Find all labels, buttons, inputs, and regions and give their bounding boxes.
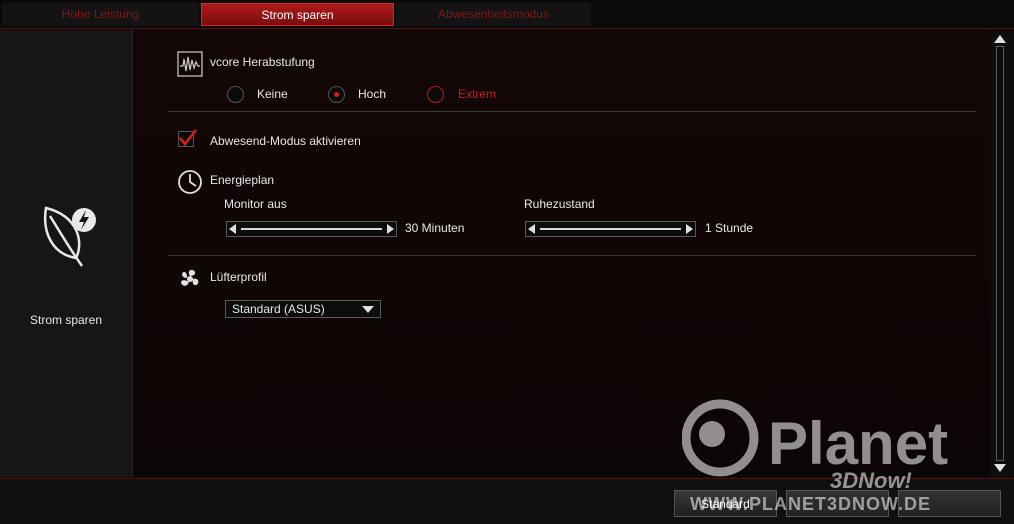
- mode-sidebar: Strom sparen: [0, 30, 133, 477]
- radio-extrem[interactable]: [427, 86, 444, 103]
- away-mode-label[interactable]: Abwesend-Modus aktivieren: [210, 134, 361, 148]
- sidebar-mode-label: Strom sparen: [29, 313, 103, 327]
- slider-track[interactable]: [241, 228, 382, 230]
- chevron-down-icon: [362, 306, 374, 313]
- fan-icon: [181, 269, 199, 286]
- tab-abwesenheitsmodus[interactable]: Abwesenheitsmodus: [396, 3, 591, 26]
- fan-profile-dropdown[interactable]: Standard (ASUS): [225, 300, 381, 318]
- waveform-icon: [177, 51, 203, 77]
- tab-strom-sparen[interactable]: Strom sparen: [201, 3, 394, 26]
- radio-keine[interactable]: [227, 86, 244, 103]
- radio-keine-label[interactable]: Keine: [257, 87, 288, 101]
- fan-profile-selected: Standard (ASUS): [232, 302, 325, 316]
- settings-panel: vcore Herabstufung Keine Hoch Extrem Abw…: [133, 30, 990, 477]
- slider-track[interactable]: [540, 228, 681, 230]
- sleep-slider[interactable]: [525, 221, 696, 237]
- sleep-value: 1 Stunde: [705, 221, 754, 235]
- slider-left-arrow-icon[interactable]: [528, 224, 535, 234]
- scroll-up-icon[interactable]: [992, 32, 1008, 46]
- slider-left-arrow-icon[interactable]: [229, 224, 236, 234]
- scrollbar[interactable]: [992, 30, 1008, 477]
- scroll-down-icon[interactable]: [992, 461, 1008, 475]
- footer-button[interactable]: [898, 490, 1001, 517]
- clock-icon: [178, 170, 202, 194]
- section-divider: [168, 255, 976, 256]
- section-divider: [168, 111, 976, 112]
- fan-profile-title: Lüfterprofil: [210, 270, 267, 284]
- leaf-bolt-icon: [43, 206, 96, 267]
- standard-button[interactable]: Standard: [674, 490, 777, 517]
- monitor-off-value: 30 Minuten: [405, 221, 465, 235]
- away-mode-checkbox[interactable]: [178, 129, 198, 147]
- slider-right-arrow-icon[interactable]: [686, 224, 693, 234]
- energy-plan-title: Energieplan: [210, 173, 275, 187]
- scrollbar-track[interactable]: [996, 46, 1004, 461]
- radio-hoch-label[interactable]: Hoch: [358, 87, 386, 101]
- monitor-off-slider[interactable]: [226, 221, 397, 237]
- checkmark-icon: [179, 129, 198, 147]
- footer-button[interactable]: [786, 490, 889, 517]
- slider-right-arrow-icon[interactable]: [387, 224, 394, 234]
- radio-hoch[interactable]: [328, 86, 345, 103]
- footer-bar: Standard: [0, 478, 1014, 524]
- sleep-label: Ruhezustand: [524, 197, 595, 211]
- monitor-off-label: Monitor aus: [224, 197, 287, 211]
- radio-extrem-label[interactable]: Extrem: [458, 87, 496, 101]
- tab-bar: Hohe Leistung Strom sparen Abwesenheitsm…: [0, 0, 1014, 29]
- vcore-title: vcore Herabstufung: [210, 55, 315, 69]
- tab-hohe-leistung[interactable]: Hohe Leistung: [2, 3, 199, 26]
